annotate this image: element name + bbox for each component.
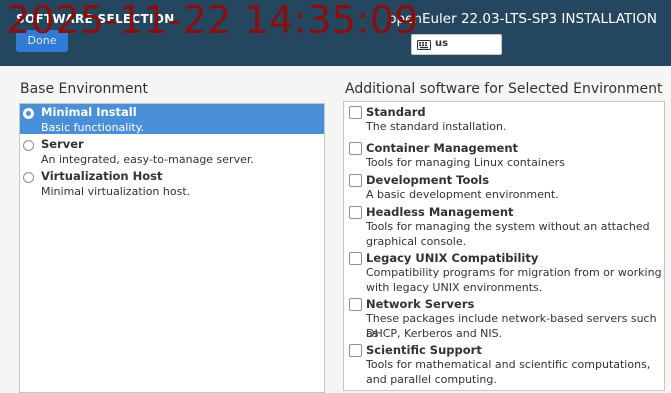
product-title: openEuler 22.03-LTS-SP3 INSTALLATION — [388, 11, 657, 27]
addon-item-description: Tools for managing Linux containers — [366, 156, 565, 169]
addon-item-description: Tools for mathematical and scientific co… — [366, 358, 651, 371]
addon-item-description: and parallel computing. — [366, 372, 497, 386]
radio-button[interactable] — [23, 172, 34, 183]
base-environment-list: Minimal Install Basic functionality. Ser… — [19, 103, 325, 393]
radio-button[interactable] — [23, 108, 34, 119]
addon-checkbox[interactable] — [349, 174, 362, 187]
timestamp-overlay: 2025-11-22 14:35:09 — [6, 0, 420, 42]
addon-item-description: Tools for managing the system without an… — [366, 220, 650, 233]
addon-item-name: Headless Management — [366, 205, 514, 219]
addon-item-description: graphical console. — [366, 234, 467, 248]
additional-software-heading: Additional software for Selected Environ… — [345, 81, 663, 97]
radio-button[interactable] — [23, 140, 34, 151]
env-item-virtualization-host[interactable]: Virtualization Host Minimal virtualizati… — [20, 168, 324, 200]
addon-item-description: DHCP, Kerberos and NIS. — [366, 326, 503, 340]
keyboard-layout-label: us — [435, 38, 449, 49]
addon-checkbox[interactable] — [349, 344, 362, 357]
addon-item-description: A basic development environment. — [366, 188, 559, 201]
env-item-name: Virtualization Host — [41, 169, 163, 183]
env-item-name: Server — [41, 137, 84, 151]
addon-item-name: Network Servers — [366, 297, 475, 311]
env-item-description: Basic functionality. — [41, 121, 145, 134]
addon-item-description: Compatibility programs for migration fro… — [366, 266, 662, 279]
env-item-description: An integrated, easy-to-manage server. — [41, 153, 254, 166]
addon-item-name: Scientific Support — [366, 343, 482, 357]
addon-checkbox[interactable] — [349, 206, 362, 219]
radio-selected-dot — [26, 111, 31, 116]
keyboard-icon — [417, 40, 431, 50]
addon-item-name: Development Tools — [366, 173, 490, 187]
addon-checkbox[interactable] — [349, 252, 362, 265]
addon-item-name: Legacy UNIX Compatibility — [366, 251, 539, 265]
env-item-name: Minimal Install — [41, 105, 137, 119]
addon-item-name: Standard — [366, 105, 426, 119]
base-environment-heading: Base Environment — [20, 81, 148, 97]
additional-software-list: Standard The standard installation. Cont… — [343, 101, 665, 391]
addon-item-name: Container Management — [366, 141, 519, 155]
addon-item-description: with legacy UNIX environments. — [366, 280, 543, 294]
keyboard-layout-indicator[interactable]: us — [411, 34, 502, 55]
addon-checkbox[interactable] — [349, 142, 362, 155]
addon-checkbox[interactable] — [349, 106, 362, 119]
env-item-server[interactable]: Server An integrated, easy-to-manage ser… — [20, 136, 324, 168]
addon-checkbox[interactable] — [349, 298, 362, 311]
addon-item-description: The standard installation. — [366, 120, 507, 133]
env-item-description: Minimal virtualization host. — [41, 185, 191, 198]
env-item-minimal-install[interactable]: Minimal Install Basic functionality. — [20, 104, 324, 134]
